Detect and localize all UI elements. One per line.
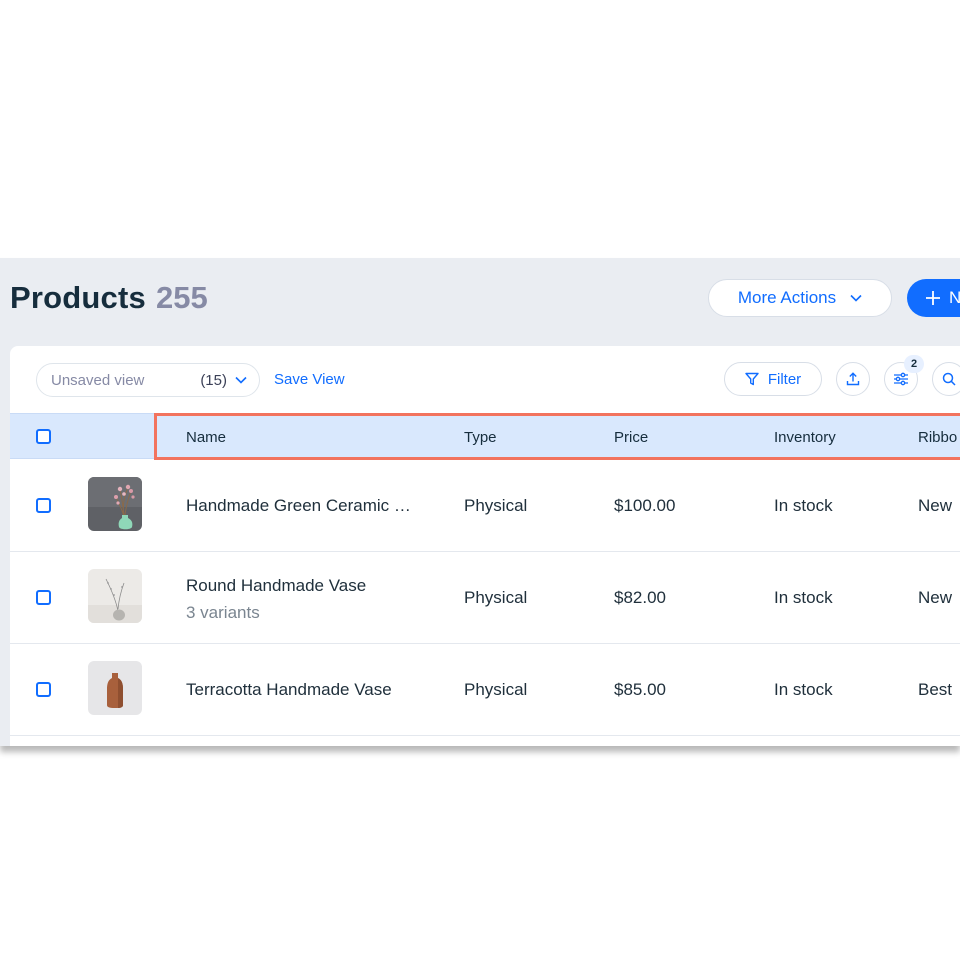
save-view-link[interactable]: Save View — [274, 371, 345, 388]
export-button[interactable] — [836, 362, 870, 396]
upload-icon — [846, 372, 860, 386]
column-header-price[interactable]: Price — [614, 429, 648, 446]
products-table-card: Unsaved view (15) Save View Filter 2 Nam… — [10, 346, 960, 746]
more-actions-label: More Actions — [737, 288, 837, 307]
column-header-type[interactable]: Type — [464, 429, 497, 446]
product-ribbon: New — [918, 496, 953, 515]
product-thumbnail — [88, 569, 142, 623]
filter-label: Filter — [767, 370, 802, 388]
product-price: $82.00 — [614, 588, 666, 607]
product-name: Terracotta Handmade Vase — [186, 680, 392, 699]
row-checkbox[interactable] — [36, 590, 51, 605]
new-product-label: N — [949, 288, 960, 307]
product-variants: 3 variants — [186, 603, 260, 622]
product-ribbon: New — [918, 588, 953, 607]
new-product-button[interactable]: N — [907, 279, 960, 317]
table-row[interactable]: Round Handmade Vase 3 variants Physical … — [10, 552, 960, 644]
product-inventory: In stock — [774, 496, 833, 515]
product-inventory: In stock — [774, 588, 833, 607]
product-type: Physical — [464, 680, 528, 699]
product-name: Handmade Green Ceramic … — [186, 496, 411, 515]
product-name: Round Handmade Vase — [186, 576, 367, 595]
product-price: $85.00 — [614, 680, 666, 699]
select-all-checkbox[interactable] — [36, 429, 51, 444]
products-panel: Products 255 More Actions N Unsaved view… — [0, 258, 960, 746]
view-select-label: Unsaved view — [51, 371, 145, 389]
more-actions-button[interactable]: More Actions — [708, 279, 892, 317]
row-checkbox[interactable] — [36, 498, 51, 513]
search-icon — [942, 372, 956, 386]
chevron-down-icon — [850, 294, 862, 302]
row-checkbox[interactable] — [36, 682, 51, 697]
plus-icon — [925, 290, 941, 306]
product-thumbnail — [88, 477, 142, 531]
product-thumbnail — [88, 661, 142, 715]
table-row[interactable]: Terracotta Handmade Vase Physical $85.00… — [10, 644, 960, 736]
table-row[interactable]: Handmade Green Ceramic … Physical $100.0… — [10, 460, 960, 552]
product-type: Physical — [464, 588, 528, 607]
product-type: Physical — [464, 496, 528, 515]
column-header-ribbon[interactable]: Ribbo — [918, 429, 957, 446]
column-header-name[interactable]: Name — [186, 429, 226, 446]
column-header-inventory[interactable]: Inventory — [774, 429, 836, 446]
view-select-count: (15) — [200, 371, 227, 389]
page-title: Products — [10, 280, 146, 315]
product-price: $100.00 — [614, 496, 676, 515]
chevron-down-icon — [235, 376, 247, 384]
product-inventory: In stock — [774, 680, 833, 699]
search-button[interactable] — [932, 362, 960, 396]
product-count: 255 — [155, 280, 208, 315]
filter-button[interactable]: Filter — [724, 362, 822, 396]
product-ribbon: Best — [918, 680, 953, 699]
page-header: Products 255 — [10, 280, 208, 320]
sliders-icon — [894, 372, 908, 386]
filter-icon — [745, 372, 759, 386]
table-header-row: Name Type Price Inventory Ribbo — [10, 413, 960, 459]
customize-count-badge: 2 — [904, 355, 924, 373]
view-select[interactable]: Unsaved view (15) — [36, 363, 260, 397]
